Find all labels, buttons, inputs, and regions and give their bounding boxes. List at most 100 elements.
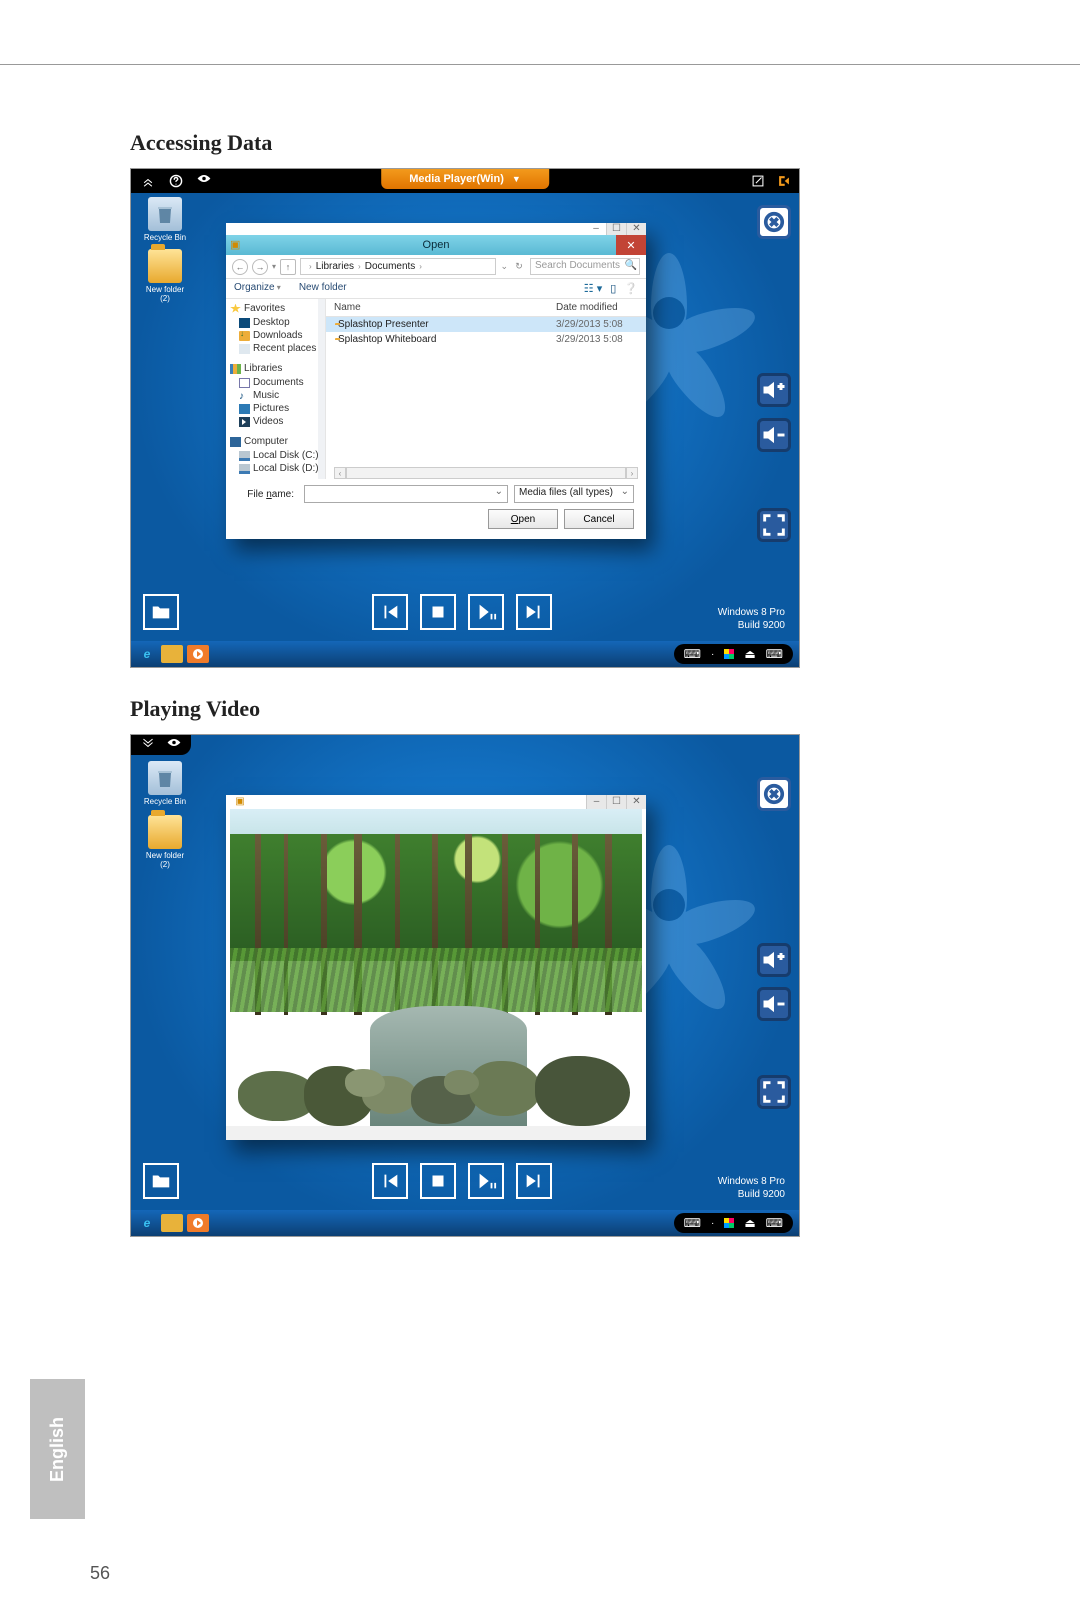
media-next-button[interactable] [516,1163,552,1199]
tree-disk-d[interactable]: Local Disk (D:) [230,462,325,475]
eye-icon[interactable] [167,738,181,752]
eject-icon[interactable]: ⏏ [744,1216,755,1230]
col-header-name[interactable]: Name [326,302,556,313]
win-min-icon[interactable]: – [586,795,606,809]
downloads-icon [239,331,250,341]
win-close-icon[interactable]: ✕ [626,223,646,235]
media-stop-button[interactable] [420,1163,456,1199]
taskbar-media-player-icon[interactable] [187,1214,209,1232]
tree-computer[interactable]: Computer [230,436,325,447]
taskbar-systray[interactable]: ⌨ · ⏏ ⌨ [674,1213,793,1233]
open-button[interactable]: Open [488,509,558,529]
help-icon[interactable] [169,174,183,188]
keyboard-layout-icon[interactable]: ⌨ [766,1216,783,1230]
overlay-volume-down-button[interactable] [757,418,791,452]
media-play-pause-button[interactable] [468,1163,504,1199]
exit-icon[interactable] [777,174,791,188]
horizontal-scrollbar[interactable]: ‹ › [334,467,638,479]
tree-videos[interactable]: Videos [230,415,325,428]
taskbar-systray[interactable]: ⌨ · ⏏ ⌨ [674,644,793,664]
action-center-icon[interactable] [724,649,734,659]
tree-downloads[interactable]: Downloads [230,329,325,342]
win-close-icon[interactable]: ✕ [626,795,646,809]
preview-pane-button[interactable]: ▯ [610,282,616,295]
remote-app-tab[interactable]: Media Player(Win) ▼ [381,169,549,189]
nav-history-dropdown[interactable]: ▾ [272,262,276,271]
recycle-bin-label: Recycle Bin [141,797,189,806]
new-folder-desktop-icon[interactable]: New folder (2) [141,815,189,869]
scroll-left-icon[interactable]: ‹ [334,467,346,479]
view-mode-button[interactable]: ☷ ▾ [584,282,602,295]
refresh-button[interactable]: ↻ [512,261,526,272]
osk-icon[interactable]: ⌨ [684,647,701,661]
computer-icon [230,437,241,447]
crumb-dropdown[interactable]: ⌄ [500,261,508,272]
nav-forward-button[interactable]: → [252,259,268,275]
overlay-volume-up-button[interactable] [757,943,791,977]
new-folder-button[interactable]: New folder [299,282,347,295]
recycle-bin-desktop-icon[interactable]: Recycle Bin [141,761,189,806]
filename-input[interactable] [304,485,508,503]
overlay-close-button[interactable] [757,205,791,239]
breadcrumb-bar[interactable]: › Libraries › Documents › [300,258,496,275]
tree-recent[interactable]: Recent places [230,342,325,355]
tree-libraries[interactable]: Libraries [230,363,325,374]
eye-icon[interactable] [197,174,211,188]
taskbar-explorer-icon[interactable] [161,645,183,663]
media-prev-button[interactable] [372,594,408,630]
collapse-up-icon[interactable] [141,174,155,188]
win-min-icon[interactable]: – [586,223,606,235]
overlay-volume-down-button[interactable] [757,987,791,1021]
edit-icon[interactable] [751,174,765,188]
video-playback-area[interactable] [230,809,642,1126]
search-input[interactable]: Search Documents 🔍 [530,258,640,275]
taskbar-explorer-icon[interactable] [161,1214,183,1232]
organize-menu[interactable]: Organize [234,282,281,295]
filetype-select[interactable]: Media files (all types) [514,485,634,503]
media-prev-button[interactable] [372,1163,408,1199]
scroll-track[interactable] [346,467,626,479]
win-max-icon[interactable]: ☐ [606,223,626,235]
media-controls-bar [131,592,799,632]
taskbar-ie-icon[interactable]: e [137,1214,157,1232]
videos-icon [239,417,250,427]
taskbar-ie-icon[interactable]: e [137,645,157,663]
new-folder-desktop-icon[interactable]: New folder (2) [141,249,189,303]
win-max-icon[interactable]: ☐ [606,795,626,809]
expand-down-icon[interactable] [141,738,155,752]
scroll-right-icon[interactable]: › [626,467,638,479]
file-row[interactable]: Splashtop Whiteboard 3/29/2013 5:08 [326,332,646,347]
media-play-pause-button[interactable] [468,594,504,630]
nav-back-button[interactable]: ← [232,259,248,275]
overlay-fullscreen-button[interactable] [757,508,791,542]
col-header-date[interactable]: Date modified [556,302,646,313]
tree-disk-c[interactable]: Local Disk (C:) [230,449,325,462]
action-center-icon[interactable] [724,1218,734,1228]
media-folder-open-button[interactable] [143,1163,179,1199]
tree-desktop[interactable]: Desktop [230,316,325,329]
recycle-bin-desktop-icon[interactable]: Recycle Bin [141,197,189,242]
file-row-selected[interactable]: Splashtop Presenter 3/29/2013 5:08 [326,317,646,332]
tree-music[interactable]: Music [230,389,325,402]
overlay-fullscreen-button[interactable] [757,1075,791,1109]
dialog-close-button[interactable]: ✕ [616,235,646,255]
media-stop-button[interactable] [420,594,456,630]
tree-favorites[interactable]: Favorites [230,303,325,314]
eject-icon[interactable]: ⏏ [744,647,755,661]
nav-up-button[interactable]: ↑ [280,259,296,275]
taskbar-media-player-icon[interactable] [187,645,209,663]
remote-control-toolbar-collapsed[interactable] [131,735,191,755]
keyboard-layout-icon[interactable]: ⌨ [766,647,783,661]
tree-documents[interactable]: Documents [230,376,325,389]
help-button[interactable]: ❔ [624,282,638,295]
crumb-libraries[interactable]: Libraries [316,261,354,272]
overlay-close-button[interactable] [757,777,791,811]
player-bottom-controls[interactable] [226,1126,646,1140]
media-next-button[interactable] [516,594,552,630]
tree-pictures[interactable]: Pictures [230,402,325,415]
crumb-documents[interactable]: Documents [365,261,416,272]
cancel-button[interactable]: Cancel [564,509,634,529]
overlay-volume-up-button[interactable] [757,373,791,407]
osk-icon[interactable]: ⌨ [684,1216,701,1230]
media-folder-open-button[interactable] [143,594,179,630]
